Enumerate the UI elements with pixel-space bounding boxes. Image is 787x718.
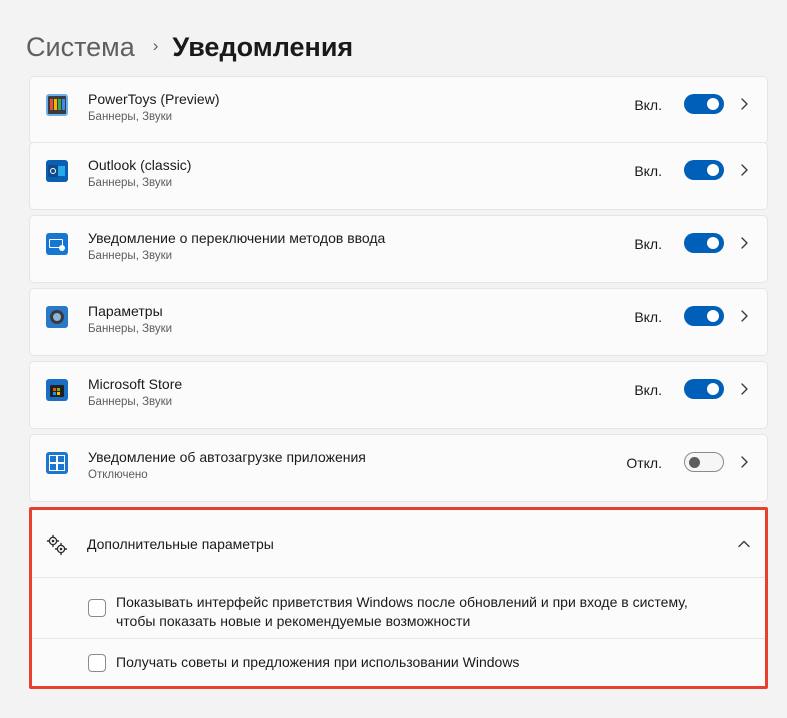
app-row-outlook[interactable]: Outlook (classic) Баннеры, Звуки Вкл.	[29, 142, 768, 210]
breadcrumb-separator: ›	[152, 36, 159, 55]
app-name: Уведомление о переключении методов ввода	[88, 230, 386, 246]
microsoft-store-icon	[46, 379, 68, 401]
toggle-state-label: Вкл.	[634, 97, 662, 113]
welcome-experience-checkbox[interactable]	[88, 599, 106, 617]
notifications-settings-page: Система › Уведомления PowerToys (Preview…	[0, 0, 787, 718]
notifications-toggle[interactable]	[684, 160, 724, 180]
toggle-knob	[707, 98, 719, 110]
breadcrumb-system-link[interactable]: Система	[26, 32, 135, 63]
app-name: Microsoft Store	[88, 376, 183, 392]
app-notification-types: Баннеры, Звуки	[88, 396, 173, 408]
option-welcome-experience[interactable]: Показывать интерфейс приветствия Windows…	[88, 593, 738, 633]
toggle-knob	[707, 310, 719, 322]
app-name: PowerToys (Preview)	[88, 91, 220, 107]
toggle-state-label: Вкл.	[634, 309, 662, 325]
app-row-powertoys[interactable]: PowerToys (Preview) Баннеры, Звуки Вкл.	[29, 76, 768, 144]
tips-suggestions-checkbox[interactable]	[88, 654, 106, 672]
app-row-input-method[interactable]: Уведомление о переключении методов ввода…	[29, 215, 768, 283]
toggle-knob	[707, 164, 719, 176]
divider	[32, 577, 765, 578]
startup-app-icon	[46, 452, 68, 474]
additional-settings-title: Дополнительные параметры	[87, 536, 274, 552]
chevron-right-icon[interactable]	[736, 95, 752, 113]
toggle-knob	[689, 456, 700, 468]
toggle-knob	[707, 237, 719, 249]
chevron-right-icon[interactable]	[736, 234, 752, 252]
input-method-icon	[46, 233, 68, 255]
notifications-toggle[interactable]	[684, 452, 724, 472]
additional-settings-panel: Дополнительные параметры Показывать инте…	[29, 507, 768, 689]
additional-settings-header[interactable]: Дополнительные параметры	[32, 510, 765, 577]
option-label: Получать советы и предложения при исполь…	[116, 654, 520, 670]
app-row-settings[interactable]: Параметры Баннеры, Звуки Вкл.	[29, 288, 768, 356]
app-name: Параметры	[88, 303, 163, 319]
toggle-state-label: Вкл.	[634, 382, 662, 398]
notifications-toggle[interactable]	[684, 379, 724, 399]
toggle-state-label: Вкл.	[634, 236, 662, 252]
toggle-state-label: Вкл.	[634, 163, 662, 179]
chevron-right-icon[interactable]	[736, 307, 752, 325]
powertoys-icon	[46, 94, 68, 116]
divider	[32, 638, 765, 639]
breadcrumb: Система › Уведомления	[26, 27, 353, 67]
chevron-up-icon[interactable]	[736, 536, 752, 552]
gears-icon	[46, 534, 68, 556]
toggle-state-label: Откл.	[626, 455, 662, 471]
outlook-icon	[46, 160, 68, 182]
settings-app-icon	[46, 306, 68, 328]
app-notification-types: Баннеры, Звуки	[88, 250, 173, 262]
option-label-line2: чтобы показать новые и рекомендуемые воз…	[116, 613, 471, 629]
chevron-right-icon[interactable]	[736, 161, 752, 179]
app-notification-types: Баннеры, Звуки	[88, 323, 173, 335]
option-label-line1: Показывать интерфейс приветствия Windows…	[116, 594, 688, 610]
chevron-right-icon[interactable]	[736, 453, 752, 471]
chevron-right-icon[interactable]	[736, 380, 752, 398]
page-title: Уведомления	[172, 31, 354, 62]
app-name: Уведомление об автозагрузке приложения	[88, 449, 366, 465]
app-notification-types: Баннеры, Звуки	[88, 111, 173, 123]
app-notification-types: Баннеры, Звуки	[88, 177, 173, 189]
app-row-startup-notification[interactable]: Уведомление об автозагрузке приложения О…	[29, 434, 768, 502]
app-row-microsoft-store[interactable]: Microsoft Store Баннеры, Звуки Вкл.	[29, 361, 768, 429]
app-name: Outlook (classic)	[88, 157, 192, 173]
notifications-toggle[interactable]	[684, 306, 724, 326]
option-tips-suggestions[interactable]: Получать советы и предложения при исполь…	[88, 652, 738, 674]
app-notification-types: Отключено	[88, 469, 148, 481]
notifications-toggle[interactable]	[684, 233, 724, 253]
notifications-toggle[interactable]	[684, 94, 724, 114]
toggle-knob	[707, 383, 719, 395]
